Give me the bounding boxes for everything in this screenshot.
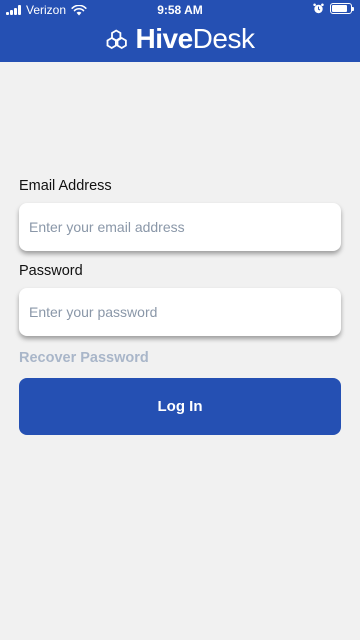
email-label: Email Address [19,178,112,194]
password-field[interactable] [19,288,341,336]
logo-text-bold: Hive [135,23,194,54]
app-header: Verizon 9:58 AM HiveDesk [0,0,360,62]
hivedesk-logo: HiveDesk [0,22,360,56]
hive-logo-icon [106,29,127,50]
status-bar: Verizon 9:58 AM [0,0,360,20]
battery-level [332,5,347,12]
login-form: Email Address Password Recover Password … [19,178,341,435]
logo-text: HiveDesk [136,22,255,56]
alarm-icon [313,3,324,14]
recover-password-link[interactable]: Recover Password [19,350,341,366]
login-button[interactable]: Log In [19,378,341,435]
email-field[interactable] [19,203,341,251]
password-label: Password [19,263,83,279]
battery-icon [330,3,354,14]
logo-text-regular: Desk [192,23,255,54]
status-right [313,3,354,14]
status-time: 9:58 AM [157,3,203,17]
